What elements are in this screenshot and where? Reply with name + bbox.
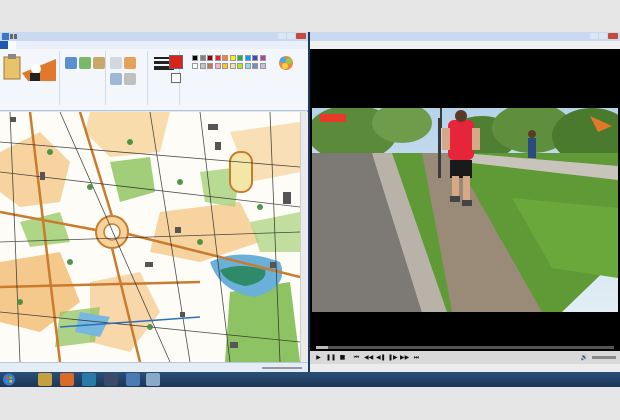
running-video-image	[312, 108, 618, 312]
media-player-window: ▶ ❚❚ ■ ⏮ ◀◀ ◀❚ ❚▶ ▶▶ ⏭ 🔊	[310, 32, 620, 372]
player-maximize-button[interactable]	[599, 33, 607, 39]
palette-color-swatch[interactable]	[252, 55, 258, 61]
player-controls: ▶ ❚❚ ■ ⏮ ◀◀ ◀❚ ❚▶ ▶▶ ⏭ 🔊	[310, 351, 620, 364]
paint-tab-home[interactable]	[8, 41, 16, 49]
palette-color-swatch[interactable]	[229, 55, 236, 61]
palette-color-swatch[interactable]	[192, 63, 198, 69]
fill-bucket-icon[interactable]	[124, 57, 136, 69]
paint-titlebar[interactable]	[0, 32, 308, 41]
palette-group	[190, 51, 268, 105]
brushes-group	[108, 51, 148, 105]
seek-progress	[316, 346, 328, 349]
paint-close-button[interactable]	[296, 33, 306, 39]
palette-color-swatch[interactable]	[237, 63, 243, 69]
color2-swatch[interactable]	[171, 73, 181, 83]
paint-minimize-button[interactable]	[278, 33, 286, 39]
paint-tab-view[interactable]	[16, 41, 24, 49]
palette-color-swatch[interactable]	[222, 55, 228, 61]
paint-canvas[interactable]	[0, 112, 300, 362]
paint-maximize-button[interactable]	[287, 33, 295, 39]
start-button-icon[interactable]	[2, 373, 16, 386]
palette-color-swatch[interactable]	[252, 63, 258, 69]
edit-colors-icon[interactable]	[278, 55, 294, 71]
fast-forward-button[interactable]: ▶▶	[400, 353, 409, 362]
zoom-slider[interactable]	[262, 367, 302, 369]
taskbar-media-icon[interactable]	[82, 373, 96, 386]
paint-window	[0, 32, 308, 372]
eraser-icon[interactable]	[124, 73, 136, 85]
taskbar-player-icon[interactable]	[104, 373, 118, 386]
taskbar-paint-icon[interactable]	[146, 373, 160, 386]
rotate-tool-icon[interactable]	[93, 57, 105, 69]
player-minimize-button[interactable]	[590, 33, 598, 39]
seek-bar[interactable]	[316, 346, 614, 349]
clipboard-group	[0, 51, 60, 105]
desktop-screen: ▶ ❚❚ ■ ⏮ ◀◀ ◀❚ ❚▶ ▶▶ ⏭ 🔊	[0, 32, 620, 387]
taskbar-browser-icon[interactable]	[60, 373, 74, 386]
previous-button[interactable]: ⏮	[352, 353, 361, 362]
volume-slider[interactable]	[592, 356, 616, 359]
taskbar-app-icon[interactable]	[126, 373, 140, 386]
palette-color-swatch[interactable]	[207, 63, 213, 69]
paint-file-tab[interactable]	[0, 41, 8, 49]
player-statusbar	[310, 364, 620, 372]
palette-color-swatch[interactable]	[214, 55, 221, 61]
palette-color-swatch[interactable]	[259, 63, 266, 69]
palette-color-swatch[interactable]	[244, 55, 251, 61]
palette-color-swatch[interactable]	[207, 55, 213, 61]
clipboard-paste-icon[interactable]	[2, 53, 58, 83]
palette-color-swatch[interactable]	[237, 55, 243, 61]
palette-color-swatch[interactable]	[229, 63, 236, 69]
next-button[interactable]: ⏭	[412, 353, 421, 362]
select-tool-icon[interactable]	[65, 57, 77, 69]
quick-access-toolbar-icon[interactable]	[2, 33, 18, 40]
palette-color-swatch[interactable]	[259, 55, 266, 61]
play-button[interactable]: ▶	[314, 353, 323, 362]
paint-statusbar	[0, 362, 308, 372]
rewind-button[interactable]: ◀◀	[364, 353, 373, 362]
pause-button[interactable]: ❚❚	[326, 353, 336, 362]
palette-color-swatch[interactable]	[192, 55, 198, 61]
volume-icon[interactable]: 🔊	[580, 353, 589, 362]
orienteering-map-image	[0, 112, 300, 362]
player-titlebar[interactable]	[310, 32, 620, 41]
tools-group	[62, 51, 106, 105]
paint-ribbon	[0, 49, 308, 111]
paint-vertical-scrollbar[interactable]	[300, 112, 308, 362]
color1-swatch[interactable]	[169, 55, 183, 69]
player-menubar	[310, 41, 620, 49]
video-frame[interactable]	[312, 108, 618, 312]
taskbar-explorer-icon[interactable]	[38, 373, 52, 386]
paint-ribbon-tabs	[0, 41, 308, 49]
color1-group	[166, 51, 188, 105]
player-close-button[interactable]	[608, 33, 618, 39]
video-logo-mark	[320, 114, 346, 122]
edit-colors-group	[270, 51, 306, 105]
pencil-icon[interactable]	[110, 57, 122, 69]
palette-color-swatch[interactable]	[244, 63, 251, 69]
palette-color-swatch[interactable]	[199, 55, 206, 61]
palette-color-swatch[interactable]	[222, 63, 228, 69]
windows-taskbar	[0, 372, 620, 387]
text-tool-icon[interactable]	[110, 73, 122, 85]
palette-color-swatch[interactable]	[199, 63, 206, 69]
stop-button[interactable]: ■	[338, 353, 347, 362]
crop-tool-icon[interactable]	[79, 57, 91, 69]
palette-color-swatch[interactable]	[214, 63, 221, 69]
step-back-button[interactable]: ◀❚	[376, 353, 386, 362]
menu-help[interactable]	[340, 41, 346, 49]
step-forward-button[interactable]: ❚▶	[388, 353, 398, 362]
